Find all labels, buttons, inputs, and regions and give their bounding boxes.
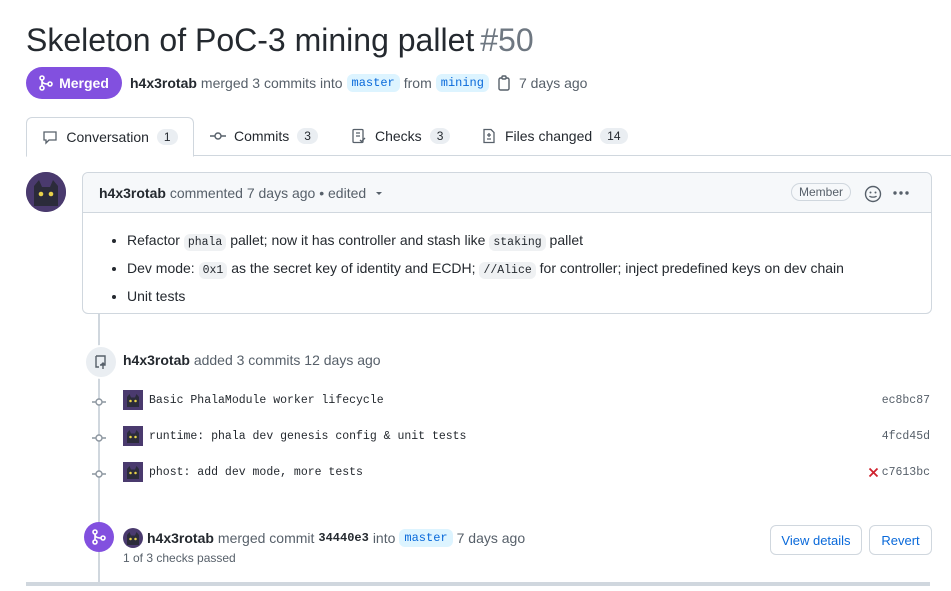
list-item: Dev mode: 0x1 as the secret key of ident… [127,258,844,281]
event-author[interactable]: h4x3rotab [123,352,190,368]
list-item: Refactor phala pallet; now it has contro… [127,230,844,253]
inline-code: staking [489,234,546,251]
merge-summary: merged 3 commits into [200,75,343,91]
commit-icon [92,470,106,478]
view-details-button[interactable]: View details [770,525,862,555]
tab-commits[interactable]: Commits 3 [210,117,318,155]
commit-sha[interactable]: 4fcd45d [882,430,930,443]
tab-counter: 1 [156,129,178,145]
pr-title: Skeleton of PoC-3 mining pallet #50 [26,22,534,59]
merged-status-badge: Merged [26,67,122,99]
revert-button[interactable]: Revert [869,525,932,555]
repo-push-icon [95,355,106,369]
status-label: Merged [59,75,109,91]
comment-header: h4x3rotab commented 7 days ago • edited … [83,173,931,213]
pr-title-text: Skeleton of PoC-3 mining pallet [26,22,475,58]
commit-icon [92,398,106,406]
commit-icon [210,132,226,140]
x-fail-icon[interactable] [868,467,879,478]
into-word: into [372,530,396,546]
inline-code: 0x1 [198,262,228,279]
commit-message[interactable]: runtime: phala dev genesis config & unit… [149,430,466,443]
event-desc: added 3 commits 12 days ago [193,352,381,368]
commit-sha[interactable]: c7613bc [868,466,930,479]
commit-row: runtime: phala dev genesis config & unit… [90,426,930,450]
avatar[interactable] [26,172,66,212]
list-item: Unit tests [127,286,844,306]
tab-counter: 14 [600,128,628,144]
commit-icon [92,434,106,442]
comment-author[interactable]: h4x3rotab [99,185,166,201]
avatar[interactable] [123,528,143,548]
event-author[interactable]: h4x3rotab [147,530,214,546]
merge-icon [39,75,53,91]
checks-status[interactable]: 1 of 3 checks passed [123,551,236,565]
merge-commit-sha[interactable]: 34440e3 [318,531,368,545]
commit-sha[interactable]: ec8bc87 [882,394,930,407]
commit-message[interactable]: Basic PhalaModule worker lifecycle [149,394,384,407]
tab-conversation[interactable]: Conversation 1 [26,117,194,157]
avatar[interactable] [123,426,143,446]
checklist-icon [352,128,366,144]
member-badge: Member [791,183,852,201]
tab-checks[interactable]: Checks 3 [351,117,451,155]
chevron-down-icon[interactable] [374,188,384,198]
tab-label: Conversation [66,129,149,145]
comment-body: Refactor phala pallet; now it has contro… [109,230,844,311]
timeline-bottom-divider [26,582,930,586]
kebab-horizontal-icon[interactable] [892,190,910,196]
event-time[interactable]: 7 days ago [457,530,526,546]
pr-meta: h4x3rotab merged 3 commits into master f… [130,74,587,92]
tab-counter: 3 [429,128,451,144]
comment-meta: h4x3rotab commented 7 days ago • edited [99,185,384,201]
avatar[interactable] [123,462,143,482]
tab-files-changed[interactable]: Files changed 14 [481,117,628,155]
push-event-icon [84,345,118,379]
merged-event-icon [84,522,114,552]
commit-row: phost: add dev mode, more tests c7613bc [90,462,930,486]
commit-row: Basic PhalaModule worker lifecycle ec8bc… [90,390,930,414]
inline-code: //Alice [479,262,536,279]
avatar-cat-icon [26,172,66,212]
comment-box: h4x3rotab commented 7 days ago • edited … [82,172,932,314]
tab-counter: 3 [297,128,318,144]
pr-number: #50 [480,22,534,58]
inline-code: phala [183,234,227,251]
comment-icon [43,131,58,145]
head-branch[interactable]: mining [435,74,489,92]
merge-event-text: h4x3rotab merged commit 34440e3 into mas… [123,528,525,548]
commits-event-text: h4x3rotab added 3 commits 12 days ago [123,352,381,368]
pr-author-link[interactable]: h4x3rotab [130,75,197,91]
tab-label: Files changed [505,128,593,144]
event-desc: merged commit [217,530,315,546]
copy-icon[interactable] [497,75,511,91]
from-word: from [403,75,432,91]
comment-time[interactable]: commented 7 days ago • edited [170,185,366,201]
tab-label: Checks [375,128,422,144]
base-branch[interactable]: master [346,74,400,92]
commit-message[interactable]: phost: add dev mode, more tests [149,466,363,479]
file-diff-icon [483,128,495,144]
pr-time: 7 days ago [518,75,588,91]
avatar[interactable] [123,390,143,410]
tab-label: Commits [234,128,290,144]
smiley-icon[interactable] [864,185,882,203]
base-branch[interactable]: master [399,529,453,547]
merge-icon [92,529,106,545]
